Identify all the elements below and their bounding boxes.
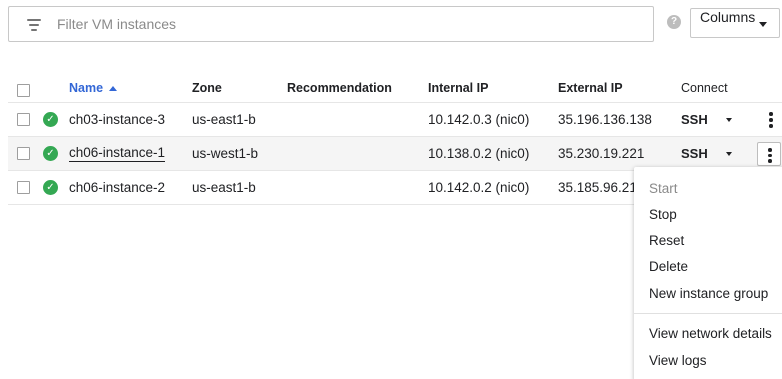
instance-zone: us-east1-b [192,112,256,127]
table-header-row: Name Zone Recommendation Internal IP Ext… [8,74,782,103]
table-row: ✓ ch06-instance-1 us-west1-b 10.138.0.2 … [8,137,782,171]
instance-internal-ip[interactable]: 10.138.0.2 (nic0) [428,137,529,170]
column-header-internal-ip[interactable]: Internal IP [428,74,488,102]
ssh-button[interactable]: SSH [681,103,708,136]
more-vert-icon[interactable] [765,110,777,130]
check-circle-icon: ✓ [43,112,58,127]
instance-zone: us-west1-b [192,146,259,161]
table-row: ✓ ch03-instance-3 us-east1-b 10.142.0.3 … [8,103,782,137]
row-checkbox[interactable] [17,181,30,194]
instance-external-ip[interactable]: 35.230.19.221 [558,137,644,170]
instance-zone: us-east1-b [192,180,256,195]
sort-ascending-icon [109,85,118,91]
menu-divider [634,313,782,314]
instance-external-ip[interactable]: 35.196.136.138 [558,103,652,136]
row-checkbox[interactable] [17,147,30,160]
filter-input[interactable]: Filter VM instances [8,6,654,42]
check-circle-icon: ✓ [43,180,58,195]
instance-name-link[interactable]: ch03-instance-3 [69,103,165,136]
menu-item-view-network-details[interactable]: View network details [649,326,772,341]
instance-external-ip[interactable]: 35.185.96.21 [558,171,637,204]
menu-item-new-instance-group[interactable]: New instance group [649,286,768,301]
menu-item-view-logs[interactable]: View logs [649,353,707,368]
menu-item-start: Start [649,181,678,196]
instance-name-link[interactable]: ch06-instance-2 [69,171,165,204]
menu-item-delete[interactable]: Delete [649,259,688,274]
column-header-name[interactable]: Name [69,74,118,102]
column-header-zone[interactable]: Zone [192,74,222,102]
ssh-dropdown-caret-icon[interactable] [726,152,732,156]
help-icon[interactable]: ? [667,15,681,29]
instance-internal-ip[interactable]: 10.142.0.2 (nic0) [428,171,529,204]
more-vert-icon[interactable] [757,142,781,166]
instance-actions-menu: Start Stop Reset Delete New instance gro… [634,167,782,379]
menu-item-reset[interactable]: Reset [649,233,684,248]
check-circle-icon: ✓ [43,146,58,161]
filter-icon [27,19,43,31]
column-header-external-ip[interactable]: External IP [558,74,623,102]
column-header-connect: Connect [681,81,728,95]
instance-internal-ip[interactable]: 10.142.0.3 (nic0) [428,103,529,136]
row-checkbox[interactable] [17,113,30,126]
ssh-button[interactable]: SSH [681,137,708,170]
chevron-down-icon [759,22,767,27]
menu-item-stop[interactable]: Stop [649,207,677,222]
select-all-checkbox[interactable] [17,84,30,97]
instance-name-link[interactable]: ch06-instance-1 [69,137,166,170]
column-header-recommendation[interactable]: Recommendation [287,74,392,102]
columns-button[interactable]: Columns [690,8,780,38]
columns-button-label: Columns [700,9,756,25]
ssh-dropdown-caret-icon[interactable] [726,118,732,122]
filter-placeholder: Filter VM instances [57,16,177,32]
